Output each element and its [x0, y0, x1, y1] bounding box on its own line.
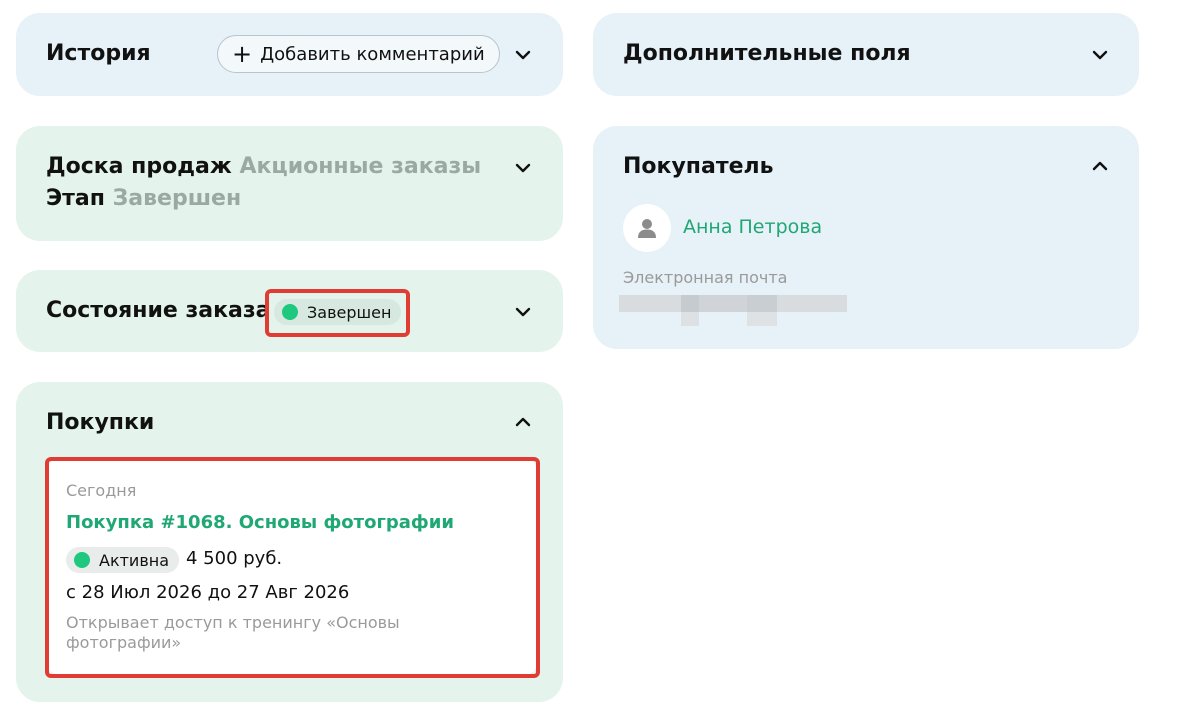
chevron-up-icon[interactable] — [514, 413, 532, 431]
email-value-blurred — [619, 295, 859, 327]
extra-fields-card: Дополнительные поля — [593, 13, 1139, 96]
status-highlight — [265, 289, 410, 337]
stage-label: Этап — [46, 186, 105, 211]
history-title: История — [46, 41, 151, 66]
user-icon — [638, 219, 656, 238]
sales-board-label: Доска продаж — [46, 154, 232, 179]
stage-value: Завершен — [112, 186, 242, 211]
order-state-title: Состояние заказа — [46, 298, 271, 323]
buyer-card: Покупатель Анна Петрова Электронная почт… — [593, 126, 1139, 349]
chevron-up-icon[interactable] — [1091, 157, 1109, 175]
purchase-highlight — [45, 457, 540, 678]
chevron-down-icon[interactable] — [514, 46, 532, 64]
purchases-title: Покупки — [46, 410, 155, 435]
buyer-title: Покупатель — [623, 154, 774, 179]
sales-board-line: Доска продаж Акционные заказы — [46, 154, 481, 179]
add-comment-button[interactable]: + Добавить комментарий — [217, 35, 500, 73]
sales-board-value: Акционные заказы — [239, 154, 482, 179]
buyer-name-link[interactable]: Анна Петрова — [683, 216, 822, 238]
chevron-down-icon[interactable] — [514, 303, 532, 321]
chevron-down-icon[interactable] — [514, 159, 532, 177]
avatar — [623, 204, 671, 252]
history-card: История + Добавить комментарий — [16, 13, 563, 96]
plus-icon: + — [232, 40, 253, 68]
add-comment-label: Добавить комментарий — [260, 43, 485, 65]
chevron-down-icon[interactable] — [1091, 46, 1109, 64]
extra-fields-title: Дополнительные поля — [623, 41, 911, 66]
stage-line: Этап Завершен — [46, 186, 241, 211]
email-label: Электронная почта — [623, 268, 788, 287]
sales-board-card: Доска продаж Акционные заказы Этап Завер… — [16, 126, 563, 241]
